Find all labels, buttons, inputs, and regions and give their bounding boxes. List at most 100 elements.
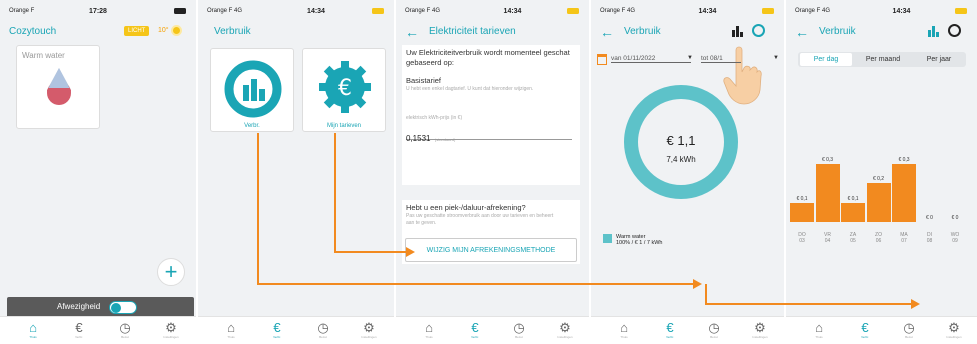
euro-icon: € — [861, 320, 869, 335]
page-title: Elektriciteit tarieven — [429, 26, 516, 37]
card-label: Verbr. — [244, 123, 260, 129]
date-to-field[interactable]: tot 08/1 — [701, 55, 741, 63]
svg-text:€: € — [338, 76, 352, 101]
tab-label: Bezet — [319, 335, 327, 339]
tab-schedule[interactable]: ◷ Bezet — [310, 320, 336, 339]
tab-label: Verbr. — [861, 335, 869, 339]
intro-text: Uw Elektriciteitverbruik wordt momenteel… — [406, 48, 570, 67]
bar-do[interactable] — [790, 202, 814, 222]
app-title: Cozytouch — [9, 26, 57, 37]
legend-value: 100% / € 1 / 7 kWh — [616, 240, 663, 246]
tab-schedule[interactable]: ◷ Bezet — [112, 320, 138, 339]
euro-icon: € — [273, 320, 281, 335]
time: 17:28 — [89, 7, 107, 15]
tab-settings[interactable]: ⚙ Instellingen — [552, 320, 578, 339]
bar-vr[interactable] — [815, 163, 840, 222]
home-icon: ⌂ — [425, 320, 433, 335]
tab-label: Verbr. — [75, 335, 83, 339]
tab-label: Instellingen — [361, 335, 377, 339]
add-button[interactable]: + — [157, 258, 185, 286]
date-from-field[interactable]: van 01/11/2022 — [611, 55, 691, 63]
tab-schedule[interactable]: ◷ Bezet — [896, 320, 922, 339]
bar-value-label: € 0 — [926, 215, 933, 221]
home-icon: ⌂ — [29, 320, 37, 335]
header: ← Verbruik — [591, 22, 784, 41]
weather-badge: LICHT — [124, 26, 150, 36]
tab-label: Thuis — [425, 335, 433, 339]
back-arrow-icon[interactable]: ← — [600, 25, 614, 39]
date-range: van 01/11/2022 ▼ tot 08/1 ▼ — [597, 54, 779, 68]
tab-consumption[interactable]: € Verbr. — [462, 320, 488, 339]
tab-label: Thuis — [815, 335, 823, 339]
tariffs-card[interactable]: € Mijn tarieven — [302, 48, 386, 132]
tab-home[interactable]: ⌂ Thuis — [416, 320, 442, 339]
clock-icon: ◷ — [903, 320, 915, 335]
tab-label: Instellingen — [163, 335, 179, 339]
dropdown-icon: ▼ — [773, 55, 779, 61]
flow-arrowhead-1 — [693, 279, 702, 289]
flow-arrow-2-across — [334, 251, 407, 253]
tab-home[interactable]: ⌂ Thuis — [218, 320, 244, 339]
back-arrow-icon[interactable]: ← — [405, 25, 419, 39]
bar-value-label: € 0,1 — [847, 195, 859, 202]
absence-label: Afwezigheid — [57, 302, 101, 311]
donut-view-icon[interactable] — [752, 24, 765, 37]
header: Verbruik — [198, 22, 394, 41]
water-drop-icon — [47, 68, 71, 105]
header: ← Elektriciteit tarieven — [396, 22, 589, 41]
tab-label: Verbr. — [666, 335, 674, 339]
tab-settings[interactable]: ⚙ Instellingen — [941, 320, 967, 339]
absence-toggle[interactable] — [109, 301, 137, 314]
tab-settings[interactable]: ⚙ Instellingen — [356, 320, 382, 339]
tab-bar: ⌂ Thuis € Verbr. ◷ Bezet ⚙ Instellingen — [0, 316, 196, 344]
peak-description: Pas uw geschatte stroomverbruik aan door… — [406, 213, 554, 226]
battery-icon — [372, 8, 384, 14]
tariff-title: Basistarief — [406, 76, 442, 85]
tab-schedule[interactable]: ◷ Bezet — [701, 320, 727, 339]
donut-total: € 1,1 — [666, 133, 696, 148]
tab-home[interactable]: ⌂ Thuis — [20, 320, 46, 339]
tab-consumption[interactable]: € Verbr. — [657, 320, 683, 339]
carrier: Orange F 4G — [405, 8, 441, 14]
tab-consumption[interactable]: € Verbr. — [264, 320, 290, 339]
bar-chart-view-icon[interactable] — [731, 25, 745, 37]
tab-home[interactable]: ⌂ Thuis — [806, 320, 832, 339]
warm-water-card[interactable]: Warm water — [16, 45, 100, 129]
calendar-icon[interactable] — [597, 54, 607, 65]
bar-zo[interactable] — [866, 183, 891, 222]
tab-consumption[interactable]: € Verbr. — [66, 320, 92, 339]
flow-arrow-1-down — [257, 133, 259, 284]
bar-value-label: € 0,3 — [821, 156, 834, 163]
toggle-knob — [111, 303, 121, 313]
tab-label: Verbr. — [471, 335, 479, 339]
tab-settings[interactable]: ⚙ Instellingen — [158, 320, 184, 339]
tariff-description: U hebt een enkel dagtarief. U kunt dat h… — [406, 86, 534, 92]
tab-label: Bezet — [710, 335, 718, 339]
status-bar: Orange F 4G 14:34 — [198, 0, 394, 22]
gear-icon: ⚙ — [165, 320, 177, 335]
consumption-card[interactable]: Verbr. — [210, 48, 294, 132]
tab-settings[interactable]: ⚙ Instellingen — [747, 320, 773, 339]
tab-schedule[interactable]: ◷ Bezet — [506, 320, 532, 339]
flow-arrow-2-down — [334, 133, 336, 252]
tab-label: Thuis — [620, 335, 628, 339]
tab-label: Bezet — [905, 335, 913, 339]
gear-icon: ⚙ — [754, 320, 766, 335]
tab-consumption[interactable]: € Verbr. — [852, 320, 878, 339]
clock-icon: ◷ — [317, 320, 329, 335]
bar-value-label: € 0,2 — [872, 176, 885, 183]
bar-za[interactable] — [841, 202, 865, 222]
price-field[interactable]: 0,1531 (standaard) — [406, 128, 572, 143]
change-billing-button[interactable]: WIJZIG MIJN AFREKENINGSMETHODE — [405, 238, 577, 262]
page-title: Verbruik — [214, 26, 251, 37]
battery-icon — [567, 8, 579, 14]
x-tick-label: WO 09 — [950, 232, 960, 244]
intro-section: Uw Elektriciteitverbruik wordt momenteel… — [402, 45, 580, 185]
bar-ma[interactable] — [892, 163, 916, 222]
tab-home[interactable]: ⌂ Thuis — [611, 320, 637, 339]
header: Cozytouch LICHT 10° — [0, 22, 196, 41]
flow-arrow-1-across — [257, 283, 695, 285]
screen-cozytouch: Orange F 17:28 Cozytouch LICHT 10° Warm … — [0, 0, 196, 344]
tab-label: Instellingen — [557, 335, 573, 339]
euro-gear-icon: € — [319, 61, 371, 113]
